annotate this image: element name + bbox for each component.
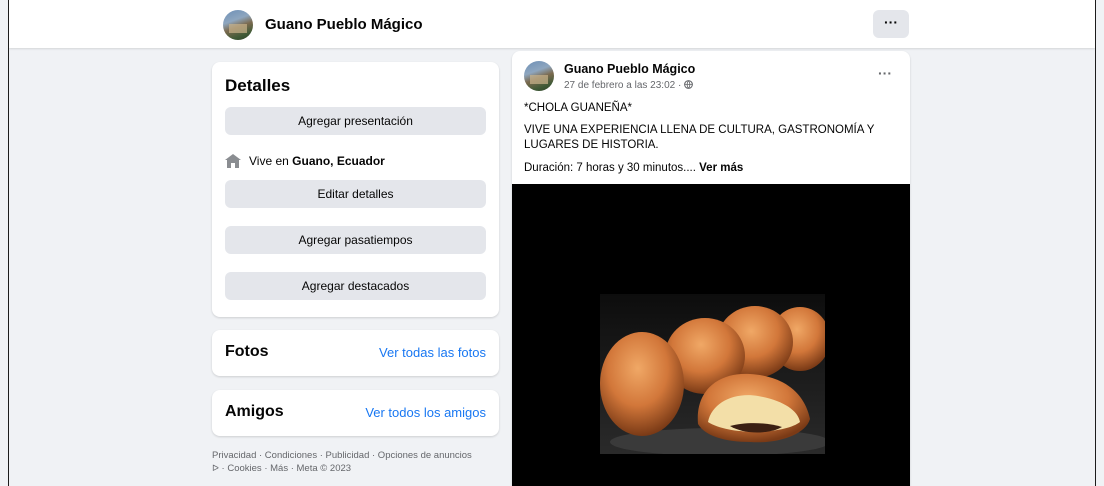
more-options-button[interactable]: ··· <box>873 10 909 38</box>
see-more-link[interactable]: Ver más <box>699 162 743 174</box>
post-timestamp[interactable]: 27 de febrero a las 23:02 · <box>564 80 693 91</box>
see-all-friends-link[interactable]: Ver todos los amigos <box>365 405 486 420</box>
post-author-avatar[interactable] <box>524 61 554 91</box>
friends-title: Amigos <box>225 403 284 420</box>
house-icon <box>225 154 241 168</box>
photos-title: Fotos <box>225 343 269 360</box>
lives-in-place[interactable]: Guano, Ecuador <box>292 154 385 168</box>
lives-in-text: Vive en Guano, Ecuador <box>249 154 385 168</box>
footer-links: Privacidad · Condiciones · Publicidad · … <box>212 449 502 475</box>
page-frame: Guano Pueblo Mágico ··· Detalles Agregar… <box>8 0 1096 486</box>
friends-card: Amigos Ver todos los amigos <box>212 390 499 436</box>
details-title: Detalles <box>225 76 291 95</box>
add-featured-button[interactable]: Agregar destacados <box>225 272 486 300</box>
globe-icon <box>684 80 693 89</box>
edit-details-button[interactable]: Editar detalles <box>225 180 486 208</box>
adchoices-icon[interactable]: ᐅ <box>212 462 219 475</box>
add-intro-button[interactable]: Agregar presentación <box>225 107 486 135</box>
post-text-duration: Duración: 7 horas y 30 minutos.... <box>524 162 700 174</box>
post-author-name[interactable]: Guano Pueblo Mágico <box>564 62 695 76</box>
footer-line-1[interactable]: Privacidad · Condiciones · Publicidad · … <box>212 449 502 462</box>
post-more-options-button[interactable]: ··· <box>878 65 892 81</box>
footer-line-2-text[interactable]: · Cookies · Más · Meta © 2023 <box>219 463 352 474</box>
page-name[interactable]: Guano Pueblo Mágico <box>265 16 423 33</box>
post-text-line-2: VIVE UNA EXPERIENCIA LLENA DE CULTURA, G… <box>524 124 875 151</box>
footer-line-2: ᐅ · Cookies · Más · Meta © 2023 <box>212 462 502 475</box>
post-text-line-1: *CHOLA GUANEÑA* <box>524 102 633 114</box>
details-card: Detalles Agregar presentación Vive en Gu… <box>212 62 499 317</box>
food-photo[interactable] <box>600 294 825 454</box>
add-hobbies-button[interactable]: Agregar pasatiempos <box>225 226 486 254</box>
top-bar: Guano Pueblo Mágico ··· <box>9 0 1095 48</box>
post-time-text[interactable]: 27 de febrero a las 23:02 · <box>564 80 684 91</box>
post-media[interactable] <box>512 184 910 486</box>
post-card: Guano Pueblo Mágico 27 de febrero a las … <box>512 51 910 486</box>
see-all-photos-link[interactable]: Ver todas las fotos <box>379 345 486 360</box>
post-text-line-3: Duración: 7 horas y 30 minutos.... Ver m… <box>524 161 743 176</box>
page-avatar[interactable] <box>223 10 253 40</box>
photos-card: Fotos Ver todas las fotos <box>212 330 499 376</box>
lives-in-prefix: Vive en <box>249 154 293 168</box>
